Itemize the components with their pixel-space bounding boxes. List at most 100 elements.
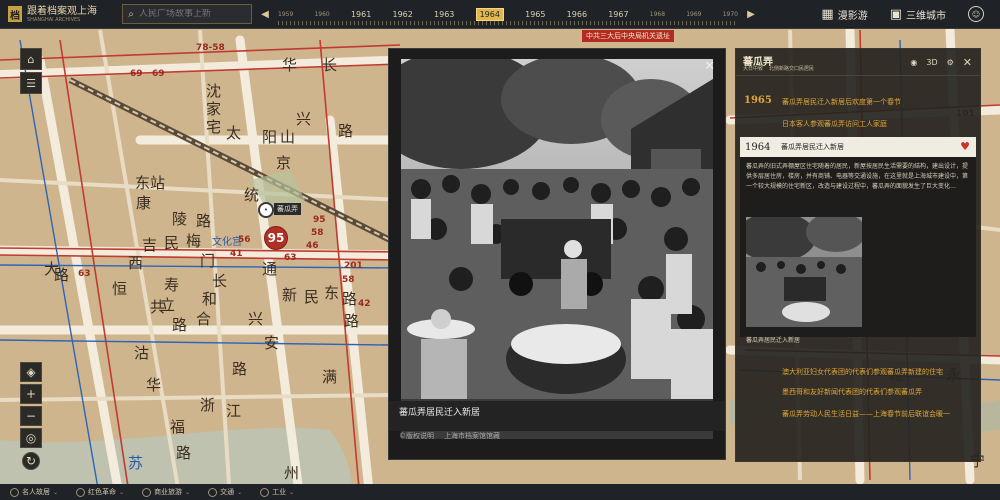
event-item[interactable]: 澳大利亚妇女代表团的代表们参观蕃瓜弄新建的住宅 — [782, 367, 943, 377]
nav-button-manyingyou[interactable]: ▦ 漫影游 — [821, 7, 867, 22]
map-label: 恒 — [112, 280, 128, 298]
thumbnail-caption: 蕃瓜弄居民迁入新居 — [746, 337, 801, 344]
event-item[interactable]: 蕃瓜弄劳动人民生活日益——上海春节前后联谊会暖一 — [782, 409, 950, 419]
timeline-year[interactable]: 1960 — [314, 11, 329, 18]
site-banner[interactable]: 中共三大后中央局机关遗址 — [582, 30, 674, 42]
panel-subtitle: 大日中致 北侧新路交口民居民 — [743, 65, 814, 72]
timeline-year[interactable]: 1963 — [434, 10, 454, 19]
route-number: 58 — [311, 228, 324, 238]
event-thumbnail[interactable] — [736, 212, 866, 327]
map-label: 和 — [202, 290, 218, 308]
building-icon: ▣ — [889, 6, 902, 22]
map-label: 合 — [196, 310, 212, 328]
map-label: 华 — [282, 56, 298, 74]
location-pin-icon: • — [258, 202, 274, 218]
chevron-down-icon: ⌄ — [289, 488, 295, 496]
refresh-icon[interactable]: ↻ — [22, 452, 40, 470]
timeline-year[interactable]: 1967 — [608, 10, 628, 19]
timeline-year[interactable]: 1966 — [567, 10, 587, 19]
map-label: 兴 — [248, 310, 264, 328]
logo-mark-icon: 档 — [8, 6, 22, 22]
event-item[interactable]: 墨西哥和友好新闻代表团的代表们参观蕃瓜弄 — [782, 387, 922, 397]
event-thumbnail-image — [736, 212, 866, 327]
bottom-category-bar: 名人故居 ⌄ 红色革命 ⌄ 商业旅游 ⌄ 交通 ⌄ 工业 ⌄ — [0, 484, 1000, 500]
compass-icon[interactable]: ◈ — [20, 362, 42, 382]
map-label: 大 — [44, 260, 60, 278]
event-card-title: 蕃瓜弄居民迁入新居 — [781, 143, 844, 151]
layer-home-icon[interactable]: ⌂ — [20, 48, 42, 70]
timeline-year-selected[interactable]: 1964 — [475, 7, 504, 21]
category-toggle-icon — [10, 487, 19, 497]
map-label: 路 — [176, 444, 192, 462]
map-label: 浙 — [200, 396, 216, 414]
map-label: 民 — [164, 234, 180, 252]
route-number: 58 — [342, 275, 355, 285]
nav-button-3d-city[interactable]: ▣ 三维城市 — [890, 7, 946, 22]
timeline-year[interactable]: 1968 — [650, 11, 665, 18]
map-label: 统 — [244, 186, 260, 204]
menu-icon[interactable]: ☰ — [20, 72, 42, 94]
map-label: 吉 — [142, 236, 158, 254]
map-label: 家 — [206, 100, 222, 118]
panel-tools: ◉ 3D ⚙ ✕ — [910, 56, 972, 69]
view-3d-button[interactable]: 3D — [926, 58, 937, 67]
route-number: 46 — [306, 241, 319, 251]
map-label: 沽 — [134, 344, 150, 362]
map-label: 西 — [128, 254, 144, 272]
search-input[interactable] — [139, 9, 243, 19]
map-label: 路 — [344, 312, 360, 330]
timeline-year[interactable]: 1965 — [525, 10, 545, 19]
map-label: 民 — [304, 288, 320, 306]
copyright-holder: 上海市档案馆馆藏 — [444, 432, 500, 440]
timeline-year[interactable]: 1959 — [278, 11, 293, 18]
timeline-years[interactable]: 1959 1960 1961 1962 1963 1964 1965 1966 … — [272, 0, 744, 28]
category-commerce-tourism[interactable]: 商业旅游 ⌄ — [142, 487, 190, 497]
map-label: 路 — [172, 316, 188, 334]
zoom-in-button[interactable]: + — [20, 384, 42, 404]
timeline-year[interactable]: 1961 — [351, 10, 371, 19]
route-number: 69 — [152, 69, 165, 79]
map-label: 州 — [284, 464, 300, 482]
category-transport[interactable]: 交通 ⌄ — [208, 487, 242, 497]
photo-copyright: ©版权说明 上海市档案馆馆藏 — [399, 431, 500, 441]
timeline-year[interactable]: 1962 — [392, 10, 412, 19]
category-celebrity-residence[interactable]: 名人故居 ⌄ — [10, 487, 58, 497]
event-item[interactable]: 日本客人参观蕃瓜弄访问工人家庭 — [782, 119, 887, 129]
category-toggle-icon — [260, 487, 270, 497]
settings-icon[interactable]: ⚙ — [947, 58, 954, 67]
timeline-prev-icon[interactable]: ◀ — [258, 9, 272, 20]
chevron-down-icon: ⌄ — [119, 488, 125, 496]
route-number: 56 — [238, 235, 251, 245]
favorite-heart-icon[interactable]: ♥ — [960, 140, 970, 153]
category-industry[interactable]: 工业 ⌄ — [260, 487, 294, 497]
app-logo[interactable]: 档 跟着档案观上海 SHANGHAI ARCHIVES — [0, 6, 116, 23]
category-red-revolution[interactable]: 红色革命 ⌄ — [76, 487, 124, 497]
close-icon[interactable]: ✕ — [963, 56, 972, 69]
route-number: 95 — [313, 215, 326, 225]
close-icon[interactable]: ✕ — [704, 59, 715, 74]
nav-button-label: 漫影游 — [837, 10, 868, 22]
camera-icon[interactable]: ◉ — [910, 58, 917, 67]
category-toggle-icon — [208, 487, 218, 497]
timeline-next-icon[interactable]: ▶ — [744, 9, 758, 20]
top-bar: 档 跟着档案观上海 SHANGHAI ARCHIVES ⌕ ◀ 1959 196… — [0, 0, 1000, 29]
copyright-label[interactable]: ©版权说明 — [399, 431, 434, 441]
search-icon[interactable]: ⌕ — [123, 9, 139, 20]
locate-icon[interactable]: ◎ — [20, 428, 42, 448]
map-label: 路 — [232, 360, 248, 378]
photo-caption: 蕃瓜弄居民迁入新居 — [399, 408, 481, 418]
marker-label: 蕃瓜弄 — [274, 203, 301, 215]
map-label: 太 — [226, 124, 242, 142]
map-label: 苏 — [128, 454, 144, 472]
logo-title: 跟着档案观上海 — [27, 5, 97, 17]
event-year: 1965 — [744, 95, 772, 106]
place-info-panel: 蕃瓜弄 大日中致 北侧新路交口民居民 ◉ 3D ⚙ ✕ 1965 蕃瓜弄居民迁入… — [735, 48, 981, 462]
map-label: 宅 — [206, 118, 222, 136]
timeline-year[interactable]: 1970 — [723, 11, 738, 18]
film-icon: ▦ — [821, 6, 834, 22]
timeline-year[interactable]: 1969 — [686, 11, 701, 18]
event-item[interactable]: 蕃瓜弄居民迁入新居后欢度第一个春节 — [782, 97, 901, 107]
zoom-out-button[interactable]: − — [20, 406, 42, 426]
nav-button-label: 三维城市 — [906, 10, 946, 22]
user-icon[interactable]: ☺ — [968, 6, 984, 22]
